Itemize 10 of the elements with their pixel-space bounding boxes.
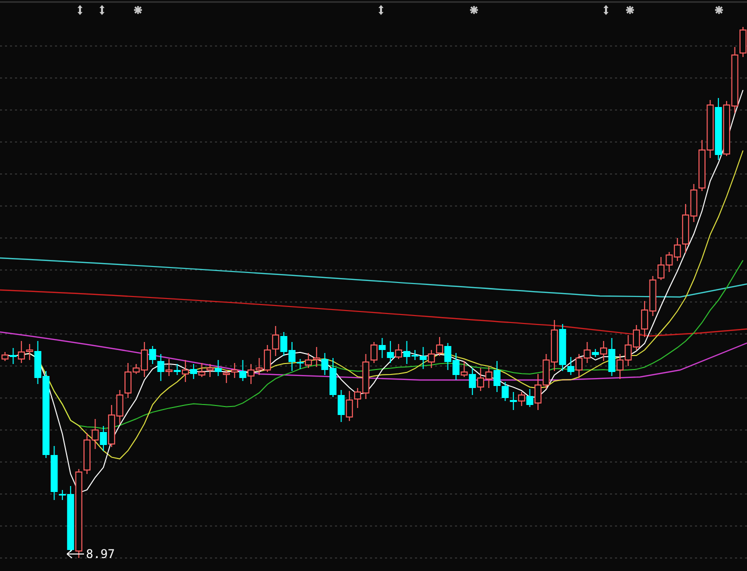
- updown-arrow-icon: [604, 5, 608, 15]
- asterisk-icon: [470, 6, 478, 14]
- updown-arrow-icon: [378, 5, 384, 15]
- asterisk-icon: [626, 6, 634, 14]
- arrow-icon: [66, 550, 84, 558]
- updown-arrow-icon: [100, 5, 104, 15]
- low-price-label: 8.97: [86, 547, 115, 561]
- asterisk-icon: [134, 6, 142, 14]
- asterisk-icon: [715, 6, 723, 14]
- updown-arrow-icon: [78, 5, 82, 15]
